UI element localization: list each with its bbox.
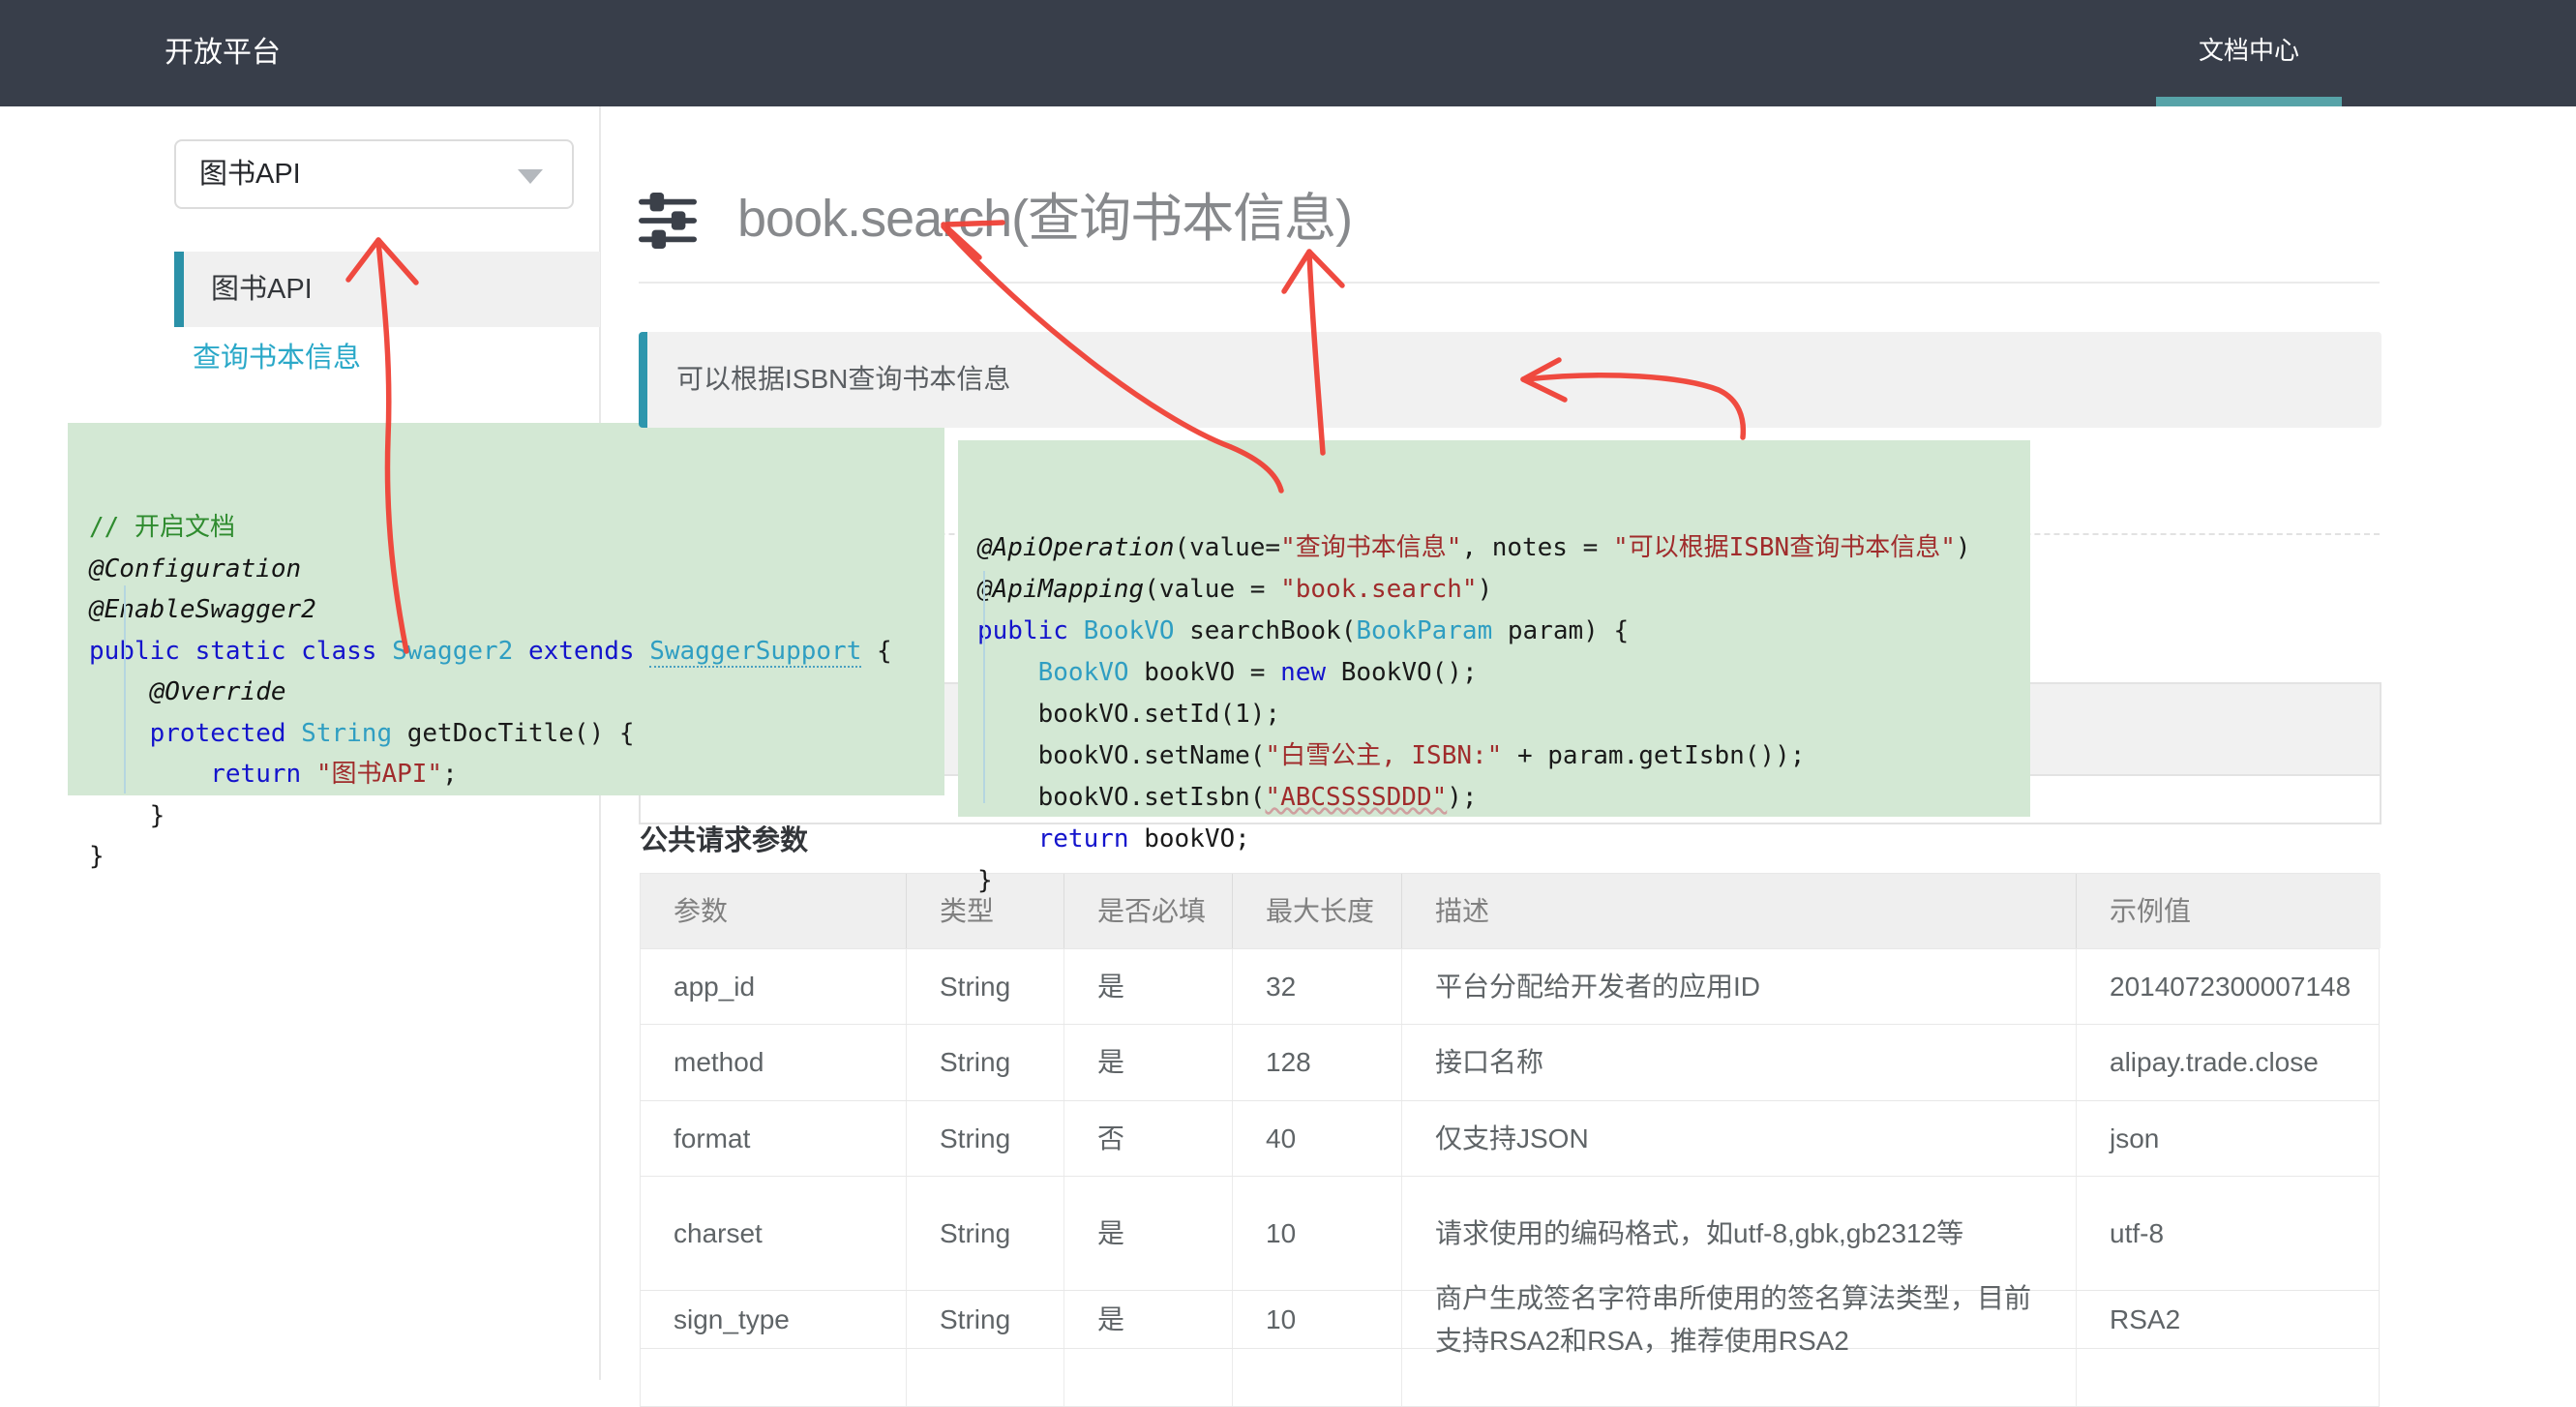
column-header: 示例值	[2077, 874, 2381, 948]
code-line: return "图书API";	[89, 754, 944, 795]
table-cell: 10	[1233, 1291, 1402, 1348]
table-cell: 仅支持JSON	[1402, 1101, 2077, 1176]
table-cell: method	[641, 1025, 907, 1100]
title-divider	[639, 282, 2380, 284]
table-row: methodString是128接口名称alipay.trade.close	[641, 1025, 2379, 1101]
code-line: @EnableSwagger2	[89, 589, 944, 631]
code-line: @Configuration	[89, 549, 944, 590]
active-tab-underline	[2156, 97, 2342, 106]
app-brand: 开放平台	[165, 0, 281, 106]
table-cell: String	[907, 1025, 1064, 1100]
table-cell: format	[641, 1101, 907, 1176]
table-row: charsetString是10请求使用的编码格式，如utf-8,gbk,gb2…	[641, 1177, 2379, 1291]
table-cell: sign_type	[641, 1291, 907, 1348]
common-request-params-table: 参数类型是否必填最大长度描述示例值app_idString是32平台分配给开发者…	[640, 873, 2380, 1407]
code-line: // 开启文档	[89, 507, 944, 549]
api-select-dropdown[interactable]: 图书API	[174, 139, 574, 209]
code-line: protected String getDocTitle() {	[89, 713, 944, 755]
table-cell: charset	[641, 1177, 907, 1290]
table-cell: String	[907, 1291, 1064, 1348]
table-cell: json	[2077, 1101, 2381, 1176]
table-cell	[907, 1349, 1064, 1406]
chevron-down-icon	[518, 169, 543, 184]
code-line: return bookVO;	[977, 819, 2030, 860]
api-notes-bar: 可以根据ISBN查询书本信息	[639, 332, 2381, 428]
code-line: }	[89, 795, 944, 837]
code-line: }	[977, 860, 2030, 902]
table-cell: 是	[1064, 1177, 1233, 1290]
table-cell	[2077, 1349, 2381, 1406]
table-cell: app_id	[641, 949, 907, 1024]
swagger-config-code-block: // 开启文档@Configuration@EnableSwagger2publ…	[68, 423, 944, 795]
api-method-code-block: @ApiOperation(value="查询书本信息", notes = "可…	[958, 440, 2030, 817]
table-cell: 是	[1064, 1291, 1233, 1348]
table-cell: 128	[1233, 1025, 1402, 1100]
nav-tab-doc-center[interactable]: 文档中心	[2156, 0, 2342, 106]
table-cell: 10	[1233, 1177, 1402, 1290]
table-row: app_idString是32平台分配给开发者的应用ID201407230000…	[641, 949, 2379, 1025]
sidebar-link-search-book[interactable]: 查询书本信息	[193, 335, 361, 375]
indent-guide	[983, 571, 985, 803]
column-header: 参数	[641, 874, 907, 948]
code-line: bookVO.setName("白雪公主, ISBN:" + param.get…	[977, 735, 2030, 777]
table-cell: 接口名称	[1402, 1025, 2077, 1100]
table-cell: utf-8	[2077, 1177, 2381, 1290]
code-line: @ApiMapping(value = "book.search")	[977, 569, 2030, 611]
table-cell: 32	[1233, 949, 1402, 1024]
api-notes-text: 可以根据ISBN查询书本信息	[676, 332, 1010, 426]
table-cell: 平台分配给开发者的应用ID	[1402, 949, 2077, 1024]
active-item-bar	[174, 252, 184, 327]
sliders-icon	[637, 192, 699, 250]
table-cell: String	[907, 949, 1064, 1024]
table-cell	[1402, 1349, 2077, 1406]
table-cell	[1064, 1349, 1233, 1406]
code-line: public static class Swagger2 extends Swa…	[89, 631, 944, 673]
nav-tab-label: 文档中心	[2156, 0, 2342, 101]
page-title: book.search(查询书本信息)	[737, 184, 1352, 254]
table-cell: alipay.trade.close	[2077, 1025, 2381, 1100]
api-select-value: 图书API	[199, 141, 301, 207]
sidebar-item-book-api[interactable]: 图书API	[174, 252, 600, 327]
code-line: bookVO.setIsbn("ABCSSSSDDD");	[977, 777, 2030, 819]
top-navbar: 开放平台 文档中心	[0, 0, 2576, 106]
table-cell: RSA2	[2077, 1291, 2381, 1348]
table-row: sign_typeString是10商户生成签名字符串所使用的签名算法类型，目前…	[641, 1291, 2379, 1349]
table-row	[641, 1349, 2379, 1407]
table-cell: 是	[1064, 949, 1233, 1024]
code-line: public BookVO searchBook(BookParam param…	[977, 611, 2030, 652]
table-cell: 请求使用的编码格式，如utf-8,gbk,gb2312等	[1402, 1177, 2077, 1290]
table-cell: 2014072300007148	[2077, 949, 2381, 1024]
table-cell	[1233, 1349, 1402, 1406]
table-cell: 否	[1064, 1101, 1233, 1176]
table-cell: 是	[1064, 1025, 1233, 1100]
indent-guide	[124, 585, 126, 793]
table-row: formatString否40仅支持JSONjson	[641, 1101, 2379, 1177]
table-cell	[641, 1349, 907, 1406]
code-line: @ApiOperation(value="查询书本信息", notes = "可…	[977, 527, 2030, 569]
table-cell: String	[907, 1177, 1064, 1290]
table-cell: 40	[1233, 1101, 1402, 1176]
table-cell: 商户生成签名字符串所使用的签名算法类型，目前支持RSA2和RSA，推荐使用RSA…	[1402, 1291, 2077, 1348]
sidebar-item-label: 图书API	[211, 252, 313, 327]
code-line: bookVO.setId(1);	[977, 694, 2030, 735]
table-cell: String	[907, 1101, 1064, 1176]
code-line: @Override	[89, 672, 944, 713]
code-line: BookVO bookVO = new BookVO();	[977, 652, 2030, 694]
code-line: }	[89, 836, 944, 878]
